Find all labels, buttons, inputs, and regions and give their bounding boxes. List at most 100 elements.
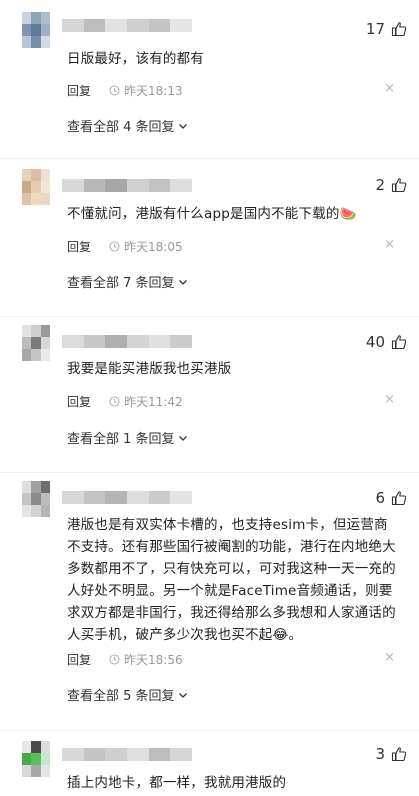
comment-item: 3 插上内地卡，都一样，我就用港版的 (0, 730, 419, 796)
reply-button[interactable]: 回复 (67, 651, 91, 668)
timestamp: 昨天18:56 (124, 653, 183, 667)
close-icon[interactable]: × (384, 650, 395, 665)
like-count: 17 (365, 20, 385, 38)
avatar-mosaic-cell (40, 349, 50, 361)
avatar-mosaic-cell (31, 753, 41, 765)
avatar-mosaic-cell (40, 325, 50, 337)
avatar-mosaic-cell (31, 505, 41, 517)
chevron-down-icon (178, 692, 187, 698)
username-mosaic-cell (62, 491, 84, 504)
comment-item: 6 港版也是有双实体卡槽的，也支持esim卡，但运营商不支持。还有那些国行被阉割… (0, 472, 419, 730)
avatar[interactable] (22, 481, 50, 517)
username-blurred[interactable] (62, 491, 193, 504)
username-mosaic-cell (170, 179, 193, 192)
username-mosaic-cell (62, 335, 84, 348)
divider (0, 158, 419, 159)
username-mosaic-cell (170, 19, 193, 32)
avatar-mosaic-cell (31, 349, 41, 361)
username-mosaic-cell (148, 335, 171, 348)
avatar-mosaic-cell (31, 36, 41, 48)
avatar-mosaic-cell (31, 493, 41, 505)
username-mosaic-cell (83, 179, 106, 192)
avatar-mosaic-cell (31, 12, 41, 24)
username-mosaic-cell (148, 179, 171, 192)
like-button[interactable]: 40 (366, 333, 407, 351)
avatar-mosaic-cell (40, 741, 50, 753)
like-count: 2 (375, 176, 385, 194)
avatar-mosaic-cell (22, 505, 32, 517)
avatar-mosaic-cell (40, 753, 50, 765)
close-icon[interactable]: × (384, 392, 395, 407)
avatar-mosaic-cell (22, 753, 32, 765)
username-blurred[interactable] (62, 335, 193, 348)
thumb-up-icon (391, 335, 407, 350)
like-button[interactable]: 17 (366, 20, 407, 38)
reply-button[interactable]: 回复 (67, 393, 91, 410)
username-mosaic-cell (83, 335, 106, 348)
username-mosaic-cell (83, 491, 106, 504)
view-replies-link[interactable]: 查看全部 7 条回复 (67, 272, 188, 291)
avatar-mosaic-cell (31, 169, 41, 181)
avatar-mosaic-cell (31, 193, 41, 205)
view-replies-link[interactable]: 查看全部 4 条回复 (67, 116, 188, 135)
comment-text: 插上内地卡，都一样，我就用港版的 (67, 775, 287, 791)
timestamp: 昨天18:05 (124, 240, 183, 254)
close-icon[interactable]: × (384, 81, 395, 96)
view-replies-link[interactable]: 查看全部 5 条回复 (67, 685, 188, 704)
avatar-mosaic-cell (22, 349, 32, 361)
username-mosaic-cell (62, 179, 84, 192)
avatar-mosaic-cell (31, 481, 41, 493)
avatar-mosaic-cell (22, 193, 32, 205)
avatar-mosaic-cell (22, 12, 32, 24)
avatar-mosaic-cell (22, 765, 32, 777)
view-replies-link[interactable]: 查看全部 1 条回复 (67, 428, 188, 447)
like-count: 6 (375, 489, 385, 507)
username-mosaic-cell (105, 335, 128, 348)
chevron-down-icon (178, 435, 187, 441)
avatar[interactable] (22, 12, 50, 48)
reply-button[interactable]: 回复 (67, 238, 91, 255)
avatar[interactable] (22, 741, 50, 777)
comment-text: 我要是能买港版我也买港版 (67, 361, 232, 377)
view-replies-label: 查看全部 1 条回复 (67, 432, 175, 447)
username-mosaic-cell (105, 491, 128, 504)
close-icon[interactable]: × (384, 237, 395, 252)
avatar-mosaic-cell (40, 337, 50, 349)
username-mosaic-cell (170, 748, 193, 761)
reply-button[interactable]: 回复 (67, 82, 91, 99)
avatar-mosaic-cell (40, 24, 50, 36)
username-mosaic-cell (105, 179, 128, 192)
like-button[interactable]: 2 (375, 176, 407, 194)
comment-text: 港版也是有双实体卡槽的，也支持esim卡，但运营商不支持。还有那些国行被阉割的功… (67, 517, 396, 643)
username-mosaic-cell (83, 19, 106, 32)
clock-icon (109, 396, 120, 407)
clock-icon (109, 241, 120, 252)
username-mosaic-cell (83, 748, 106, 761)
username-blurred[interactable] (62, 748, 193, 761)
avatar-mosaic-cell (31, 741, 41, 753)
like-count: 3 (375, 745, 385, 763)
thumb-up-icon (391, 178, 407, 193)
username-blurred[interactable] (62, 19, 193, 32)
view-replies-label: 查看全部 4 条回复 (67, 120, 175, 135)
username-mosaic-cell (127, 748, 149, 761)
username-mosaic-cell (170, 491, 193, 504)
username-blurred[interactable] (62, 179, 193, 192)
avatar-mosaic-cell (22, 337, 32, 349)
like-button[interactable]: 6 (375, 489, 407, 507)
comment-text: 不懂就问，港版有什么app是国内不能下载的🍉 (67, 206, 357, 222)
username-mosaic-cell (148, 748, 171, 761)
avatar-mosaic-cell (31, 325, 41, 337)
avatar-mosaic-cell (40, 12, 50, 24)
avatar[interactable] (22, 169, 50, 205)
avatar-mosaic-cell (22, 481, 32, 493)
avatar-mosaic-cell (40, 505, 50, 517)
avatar-mosaic-cell (22, 741, 32, 753)
avatar-mosaic-cell (40, 36, 50, 48)
username-mosaic-cell (127, 179, 149, 192)
avatar-mosaic-cell (40, 481, 50, 493)
like-button[interactable]: 3 (375, 745, 407, 763)
avatar[interactable] (22, 325, 50, 361)
thumb-up-icon (391, 747, 407, 762)
comment-meta: 回复 昨天18:13 (67, 82, 183, 99)
